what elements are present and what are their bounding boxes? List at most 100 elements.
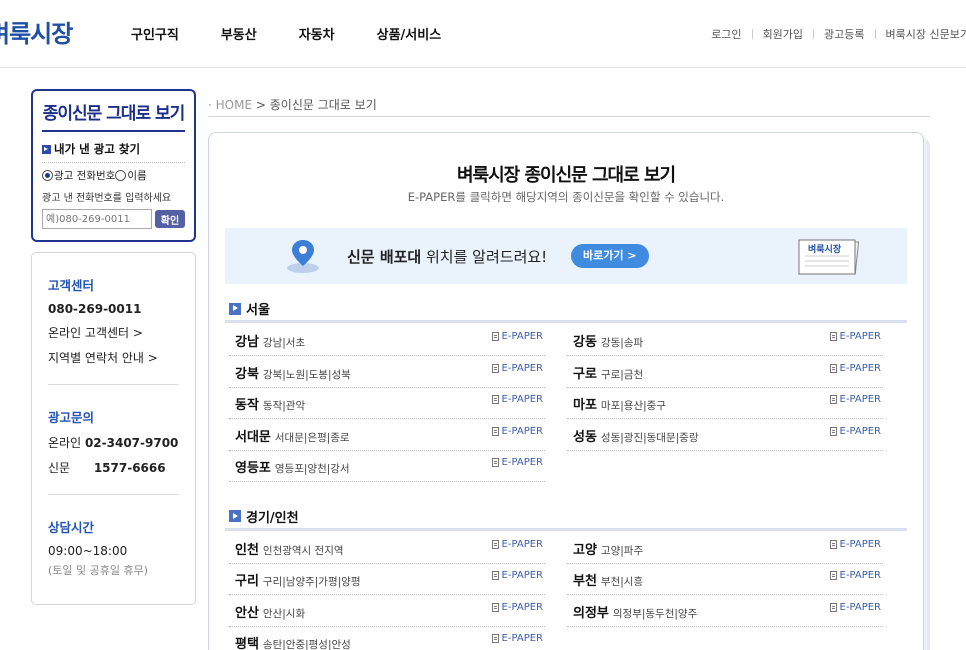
signup-link[interactable]: 회원가입 (763, 26, 803, 42)
region-area-title: 구로 구로|금천 (573, 363, 643, 382)
document-icon (829, 539, 837, 549)
epaper-link[interactable]: E-PAPER (491, 570, 543, 581)
epaper-link[interactable]: E-PAPER (829, 538, 881, 550)
hours-value: 09:00~18:00 (48, 544, 128, 558)
area-name: 구로 (573, 366, 597, 382)
map-pin-icon (287, 240, 319, 273)
arrow-bullet-icon (229, 302, 241, 315)
list-item: 서대문 서대문|은평|종로 E-PAPER (229, 420, 545, 451)
ad-online-label: 온라인 (48, 436, 82, 450)
nav-jobs[interactable]: 구인구직 (131, 24, 179, 43)
cs-title: 고객센터 (48, 278, 95, 293)
area-name: 의정부 (573, 605, 609, 621)
region-heading: 서울 (229, 299, 270, 318)
epaper-link[interactable]: E-PAPER (491, 602, 543, 613)
view-paper-link[interactable]: 벼룩시장 신문보기 (886, 26, 966, 42)
ad-online-row: 온라인 02-3407-9700 (48, 434, 179, 451)
epaper-link[interactable]: E-PAPER (491, 363, 543, 374)
document-icon (491, 602, 499, 612)
area-subareas: 송탄|안중|평성|안성 (262, 639, 351, 650)
ad-inquiry-title: 광고문의 (48, 410, 95, 425)
list-item: 강동 강동|송파 E-PAPER (567, 325, 883, 356)
epaper-link[interactable]: E-PAPER (829, 394, 881, 405)
epaper-label: E-PAPER (839, 394, 881, 405)
search-type-radios: 광고 전화번호 이름 (42, 168, 185, 183)
area-subareas: 강남|서초 (262, 337, 306, 349)
area-name: 강남 (235, 335, 259, 350)
epaper-label: E-PAPER (501, 425, 543, 437)
list-item: 마포 마포|용산|중구 E-PAPER (567, 388, 883, 419)
region-name: 경기/인천 (246, 510, 299, 526)
site-logo[interactable]: 벼룩시장 (0, 14, 73, 49)
epaper-link[interactable]: E-PAPER (829, 601, 881, 613)
document-icon (491, 634, 499, 643)
phone-search-row: 확인 (42, 209, 185, 229)
list-item: 의정부 의정부|동두천|양주 E-PAPER (567, 596, 883, 627)
cs-online-link[interactable]: 온라인 고객센터 > (48, 324, 179, 341)
util-nav: 로그인 회원가입 광고등록 벼룩시장 신문보기 (711, 26, 966, 42)
epaper-label: E-PAPER (839, 331, 881, 342)
banner-go-button[interactable]: 바로가기 > (571, 244, 649, 268)
area-subareas: 의정부|동두천|양주 (612, 607, 698, 620)
epaper-label: E-PAPER (501, 633, 543, 644)
area-subareas: 구리|남양주|가평|양평 (262, 576, 361, 588)
region-area-title: 강북 강북|노원|도봉|성북 (235, 363, 351, 382)
phone-hint: 광고 낸 전화번호를 입력하세요 (42, 193, 172, 204)
list-item: 동작 동작|관악 E-PAPER (229, 388, 545, 419)
radio-phone-label[interactable]: 광고 전화번호 (54, 168, 115, 183)
nav-cars[interactable]: 자동차 (299, 24, 335, 43)
radio-name-label[interactable]: 이름 (127, 168, 146, 183)
epaper-link[interactable]: E-PAPER (829, 570, 881, 581)
phone-input[interactable] (42, 209, 152, 229)
list-item: 강북 강북|노원|도봉|성북 E-PAPER (229, 357, 545, 388)
epaper-label: E-PAPER (501, 457, 543, 468)
radio-name[interactable] (115, 170, 127, 181)
epaper-link[interactable]: E-PAPER (491, 539, 543, 550)
nav-goods-services[interactable]: 상품/서비스 (377, 24, 442, 43)
document-icon (491, 395, 499, 404)
area-subareas: 동작|관악 (262, 400, 306, 412)
epaper-link[interactable]: E-PAPER (491, 331, 543, 342)
cs-phone: 080-269-0011 (48, 302, 142, 316)
area-subareas: 마포|용산|중구 (600, 400, 666, 412)
epaper-link[interactable]: E-PAPER (491, 394, 543, 405)
epaper-link[interactable]: E-PAPER (829, 363, 881, 374)
breadcrumb-home[interactable]: · HOME (208, 98, 252, 112)
document-icon (491, 571, 499, 580)
hours-title: 상담시간 (48, 520, 95, 535)
arrow-bullet-icon (42, 144, 51, 154)
epaper-link[interactable]: E-PAPER (829, 331, 881, 342)
region-area-title: 구리 구리|남양주|가평|양평 (235, 570, 360, 589)
region-area-title: 의정부 의정부|동두천|양주 (573, 602, 697, 621)
epaper-link[interactable]: E-PAPER (491, 633, 543, 644)
nav-realestate[interactable]: 부동산 (221, 24, 257, 43)
region-name: 서울 (246, 303, 270, 318)
confirm-button[interactable]: 확인 (155, 210, 185, 228)
ad-paper-row: 신문 1577-6666 (48, 459, 179, 476)
arrow-bullet-icon (229, 510, 241, 522)
list-item: 성동 성동|광진|동대문|중랑 E-PAPER (567, 420, 883, 451)
epaper-label: E-PAPER (839, 601, 881, 613)
area-name: 구리 (235, 574, 259, 589)
document-icon (491, 332, 499, 341)
region-area-title: 평택 송탄|안중|평성|안성 (235, 633, 351, 650)
area-name: 마포 (573, 398, 597, 413)
login-link[interactable]: 로그인 (711, 26, 741, 42)
ad-register-link[interactable]: 광고등록 (824, 26, 864, 42)
area-subareas: 안산|시화 (262, 607, 306, 620)
breadcrumb: · HOME > 종이신문 그대로 보기 (208, 96, 377, 113)
epaper-link[interactable]: E-PAPER (829, 426, 881, 437)
distribution-banner[interactable]: 신문 배포대 위치를 알려드려요! 바로가기 > 벼룩시장 (225, 228, 907, 284)
document-icon (491, 458, 499, 467)
epaper-label: E-PAPER (501, 570, 543, 581)
radio-phone[interactable] (42, 170, 53, 181)
breadcrumb-separator: > (255, 98, 270, 112)
cs-regional-link[interactable]: 지역별 연락처 안내 > (48, 349, 179, 366)
area-name: 강동 (573, 335, 597, 350)
epaper-link[interactable]: E-PAPER (491, 457, 543, 468)
list-item: 고양 고양|파주 E-PAPER (567, 533, 883, 564)
epaper-link[interactable]: E-PAPER (491, 425, 543, 437)
epaper-label: E-PAPER (839, 570, 881, 581)
epaper-label: E-PAPER (839, 538, 881, 550)
region-area-title: 성동 성동|광진|동대문|중랑 (573, 426, 698, 445)
